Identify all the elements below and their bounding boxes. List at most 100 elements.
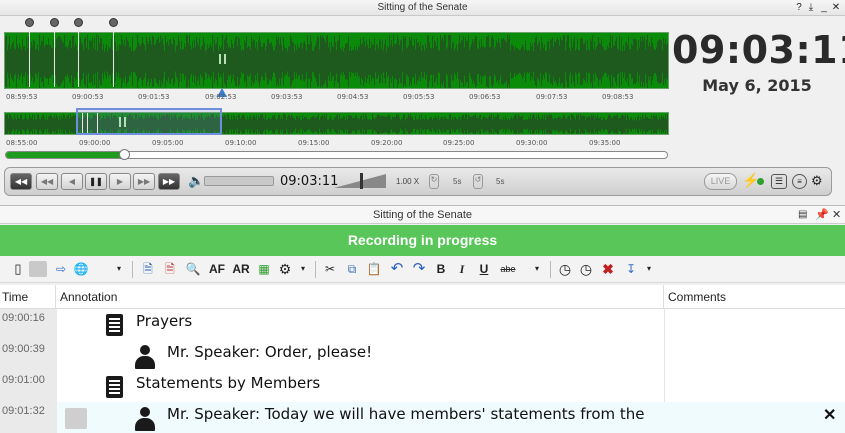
italic-button[interactable]: I: [454, 261, 470, 277]
paste-icon[interactable]: 📋: [366, 261, 382, 277]
strikethrough-button[interactable]: abe: [497, 261, 519, 277]
skip-back-duration: 5s: [453, 177, 462, 186]
overview-time-ruler: 08:55:00 09:00:00 09:05:00 09:10:00 09:1…: [0, 136, 670, 148]
row-annotation[interactable]: Mr. Speaker: Order, please!: [167, 343, 372, 361]
marker-pin-icon[interactable]: [50, 18, 59, 27]
annotation-markers: [0, 18, 670, 90]
column-header-comments[interactable]: Comments: [666, 285, 845, 309]
list-icon[interactable]: ≡: [792, 174, 807, 189]
pdf-export-icon[interactable]: 🗎: [162, 261, 178, 277]
search-icon[interactable]: 🔍: [185, 261, 201, 277]
settings-gear-icon[interactable]: ⚙: [811, 173, 823, 189]
table-header: Time Annotation Comments: [0, 285, 845, 309]
excel-icon[interactable]: ▦: [256, 261, 272, 277]
go-to-start-button[interactable]: ◀◀: [10, 173, 32, 190]
overflow-chevron-icon[interactable]: ▾: [532, 261, 542, 277]
overflow-chevron-icon[interactable]: ▾: [114, 261, 124, 277]
table-row-selected[interactable]: 09:01:32 Mr. Speaker: Today we will have…: [0, 402, 845, 433]
redo-icon[interactable]: ↷: [411, 261, 427, 277]
playback-progress-bar[interactable]: [5, 151, 668, 159]
delete-timestamp-icon[interactable]: ✖: [600, 261, 616, 277]
clock-icon[interactable]: ◷: [557, 261, 573, 277]
speaker-person-icon: [134, 345, 156, 369]
copy-icon[interactable]: ⧉: [344, 261, 360, 277]
speaker-icon[interactable]: 🔈: [188, 173, 204, 189]
dock-icon[interactable]: ▤: [798, 206, 807, 224]
undo-icon[interactable]: ↶: [389, 261, 405, 277]
gear-icon[interactable]: ⚙: [277, 261, 293, 277]
word-export-icon[interactable]: 🗎: [140, 261, 156, 277]
table-row[interactable]: 09:00:16 Prayers: [0, 309, 845, 340]
column-header-time[interactable]: Time: [0, 285, 56, 309]
detail-tick: 09:02:53: [205, 93, 237, 101]
mixer-icon[interactable]: ☰: [771, 174, 787, 189]
connection-status-dot: [757, 178, 764, 185]
overview-tick: 09:35:00: [589, 139, 621, 147]
row-annotation[interactable]: Statements by Members: [136, 374, 320, 392]
row-annotation[interactable]: Mr. Speaker: Today we will have members'…: [167, 405, 645, 423]
clock-check-icon[interactable]: ◷: [578, 261, 594, 277]
volume-thumb[interactable]: [360, 173, 363, 189]
scrub-slider[interactable]: [204, 176, 274, 186]
speaker-person-icon: [134, 407, 156, 431]
marker-line: [78, 27, 79, 87]
underline-button[interactable]: U: [476, 261, 492, 277]
overview-tick: 09:10:00: [225, 139, 257, 147]
overview-tick: 09:25:00: [443, 139, 475, 147]
row-annotation[interactable]: Prayers: [136, 312, 192, 330]
pin-button[interactable]: ⤓: [805, 1, 817, 14]
annotation-table-body: 09:00:16 Prayers 09:00:39 Mr. Speaker: O…: [0, 309, 845, 433]
ar-button[interactable]: AR: [231, 261, 251, 277]
row-time: 09:01:32: [0, 402, 57, 433]
close-button[interactable]: ✕: [830, 1, 842, 14]
overview-marker-line: [82, 113, 83, 133]
globe-add-icon[interactable]: 🌐: [73, 261, 89, 277]
detail-tick: 09:08:53: [602, 93, 634, 101]
editor-toolbar: ▯ ⇨ 🌐 ▾ 🗎 🗎 🔍 AF AR ▦ ⚙ ▾ ✂ ⧉ 📋 ↶ ↷ B I …: [0, 256, 845, 283]
skip-forward-icon[interactable]: ↺: [473, 174, 483, 189]
editor-title: Sitting of the Senate: [372, 209, 473, 221]
marker-pin-icon[interactable]: [74, 18, 83, 27]
skip-back-icon[interactable]: ↻: [429, 174, 439, 189]
editor-titlebar: Sitting of the Senate ▤ 📌 ✕: [0, 205, 845, 224]
export-icon[interactable]: ⇨: [53, 261, 69, 277]
row-checkbox-icon[interactable]: [65, 408, 87, 429]
marker-pin-icon[interactable]: [109, 18, 118, 27]
marker-pin-icon[interactable]: [25, 18, 34, 27]
detail-tick: 09:03:53: [271, 93, 303, 101]
list-down-icon[interactable]: ↧: [623, 261, 639, 277]
go-to-end-button[interactable]: ▶▶: [158, 173, 180, 190]
tablet-icon[interactable]: ▯: [10, 261, 26, 277]
column-header-annotation[interactable]: Annotation: [58, 285, 664, 309]
af-button[interactable]: AF: [207, 261, 227, 277]
cut-icon[interactable]: ✂: [322, 261, 338, 277]
step-back-button[interactable]: ◀: [61, 173, 83, 190]
help-button[interactable]: ?: [793, 1, 805, 14]
detail-tick: 08:59:53: [6, 93, 38, 101]
close-editor-button[interactable]: ✕: [832, 206, 841, 224]
row-time: 09:01:00: [0, 371, 57, 402]
step-forward-button[interactable]: ▶: [109, 173, 131, 190]
overflow-chevron-icon[interactable]: ▾: [298, 261, 308, 277]
overview-tick: 09:15:00: [298, 139, 330, 147]
pin-icon[interactable]: 📌: [815, 206, 829, 224]
minimize-button[interactable]: _: [818, 1, 830, 14]
overflow-chevron-icon[interactable]: ▾: [644, 261, 654, 277]
pause-button[interactable]: ❚❚: [85, 173, 107, 190]
detail-time-ruler: 08:59:53 09:00:53 09:01:53 09:02:53 09:0…: [0, 90, 670, 102]
pause-marker-icon: [219, 54, 226, 64]
toolbar-divider: [132, 261, 133, 278]
blank-square-icon[interactable]: [29, 261, 47, 277]
bold-button[interactable]: B: [433, 261, 449, 277]
clock-date: May 6, 2015: [702, 76, 812, 95]
live-button[interactable]: LIVE: [704, 173, 737, 190]
jump-back-button[interactable]: ◀◀: [36, 173, 58, 190]
playback-speed[interactable]: 1.00 X: [396, 177, 419, 186]
delete-row-icon[interactable]: ✕: [823, 405, 836, 425]
table-row[interactable]: 09:01:00 Statements by Members: [0, 371, 845, 402]
table-row[interactable]: 09:00:39 Mr. Speaker: Order, please!: [0, 340, 845, 371]
jump-forward-button[interactable]: ▶▶: [133, 173, 155, 190]
detail-tick: 09:04:53: [337, 93, 369, 101]
playback-progress-fill: [6, 152, 126, 158]
document-icon: [106, 314, 123, 336]
